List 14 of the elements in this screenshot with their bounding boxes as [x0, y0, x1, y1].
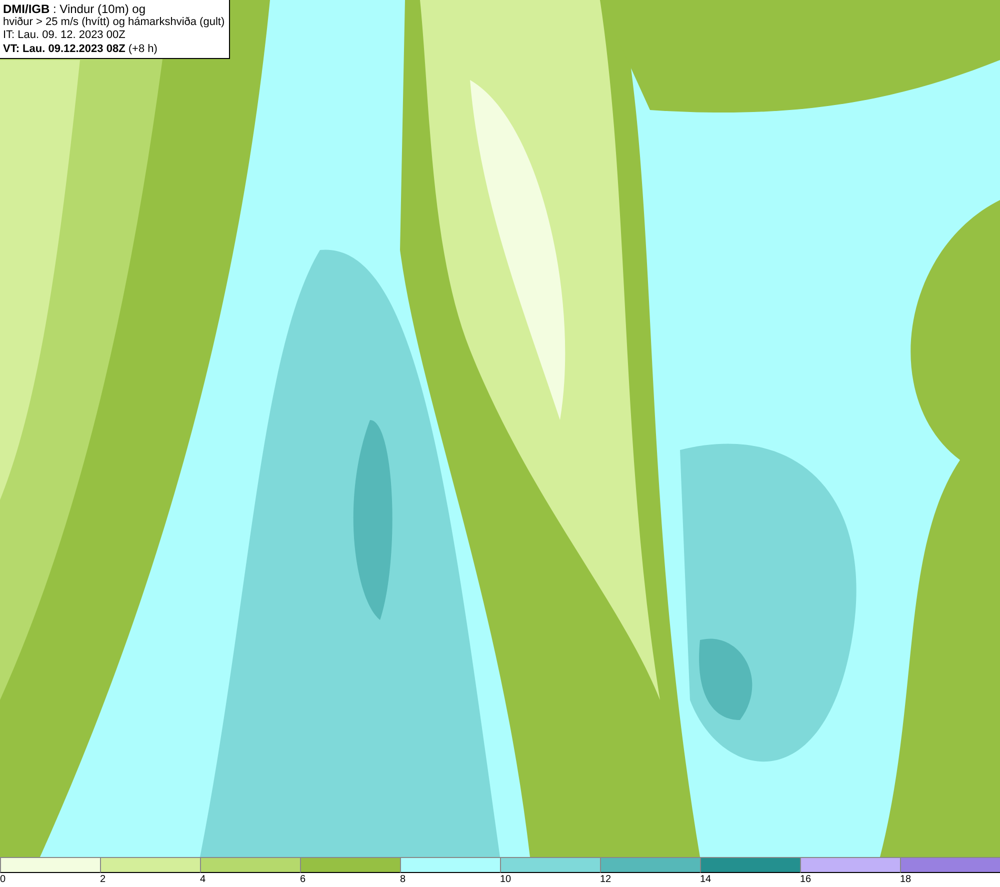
tick-label: 10 [500, 873, 512, 887]
tick-label: 12 [600, 873, 612, 887]
tick-label: 4 [200, 873, 206, 887]
tick-label: 18 [900, 873, 912, 887]
valid-time: VT: Lau. 09.12.2023 08Z (+8 h) [3, 42, 158, 56]
tick-label: 2 [100, 873, 106, 887]
tick-label: 6 [300, 873, 306, 887]
tick-label: 16 [800, 873, 812, 887]
tick-label: 8 [400, 873, 406, 887]
map-subtitle: hviður > 25 m/s (hvítt) og hámarkshviða (gult) [3, 16, 225, 29]
tick-label: 0 [0, 873, 6, 887]
map-title: DMI/IGB : Vindur (10m) og [3, 2, 146, 16]
issue-time: IT: Lau. 09. 12. 2023 00Z [3, 29, 126, 42]
tick-label: 14 [700, 873, 712, 887]
